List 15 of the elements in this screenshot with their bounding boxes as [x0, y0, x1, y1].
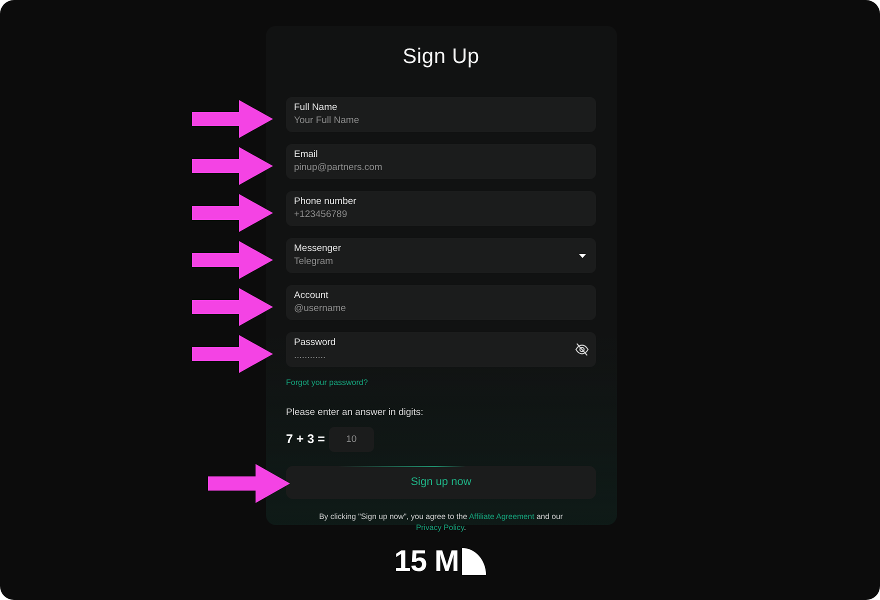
answer-field[interactable]: 10	[328, 427, 374, 452]
captcha-prompt: Please enter an answer in digits:	[286, 407, 424, 419]
field-label: Account	[294, 290, 328, 302]
field-label: Full Name	[294, 102, 338, 114]
field-label: Phone number	[294, 196, 356, 208]
captcha-question: 7 + 3 =	[286, 431, 325, 448]
sign-up-button[interactable]: Sign up now	[286, 466, 596, 499]
eye-slash-icon[interactable]	[575, 343, 589, 356]
form-title: Sign Up	[402, 44, 480, 70]
field-label: Email	[294, 149, 318, 161]
field-label: Password	[294, 337, 336, 349]
field-label: Messenger	[294, 243, 341, 255]
logo-text: 15 M	[394, 547, 459, 577]
caret-icon	[579, 254, 586, 258]
forgot-password-link[interactable]: Forgot your password?	[286, 378, 368, 388]
